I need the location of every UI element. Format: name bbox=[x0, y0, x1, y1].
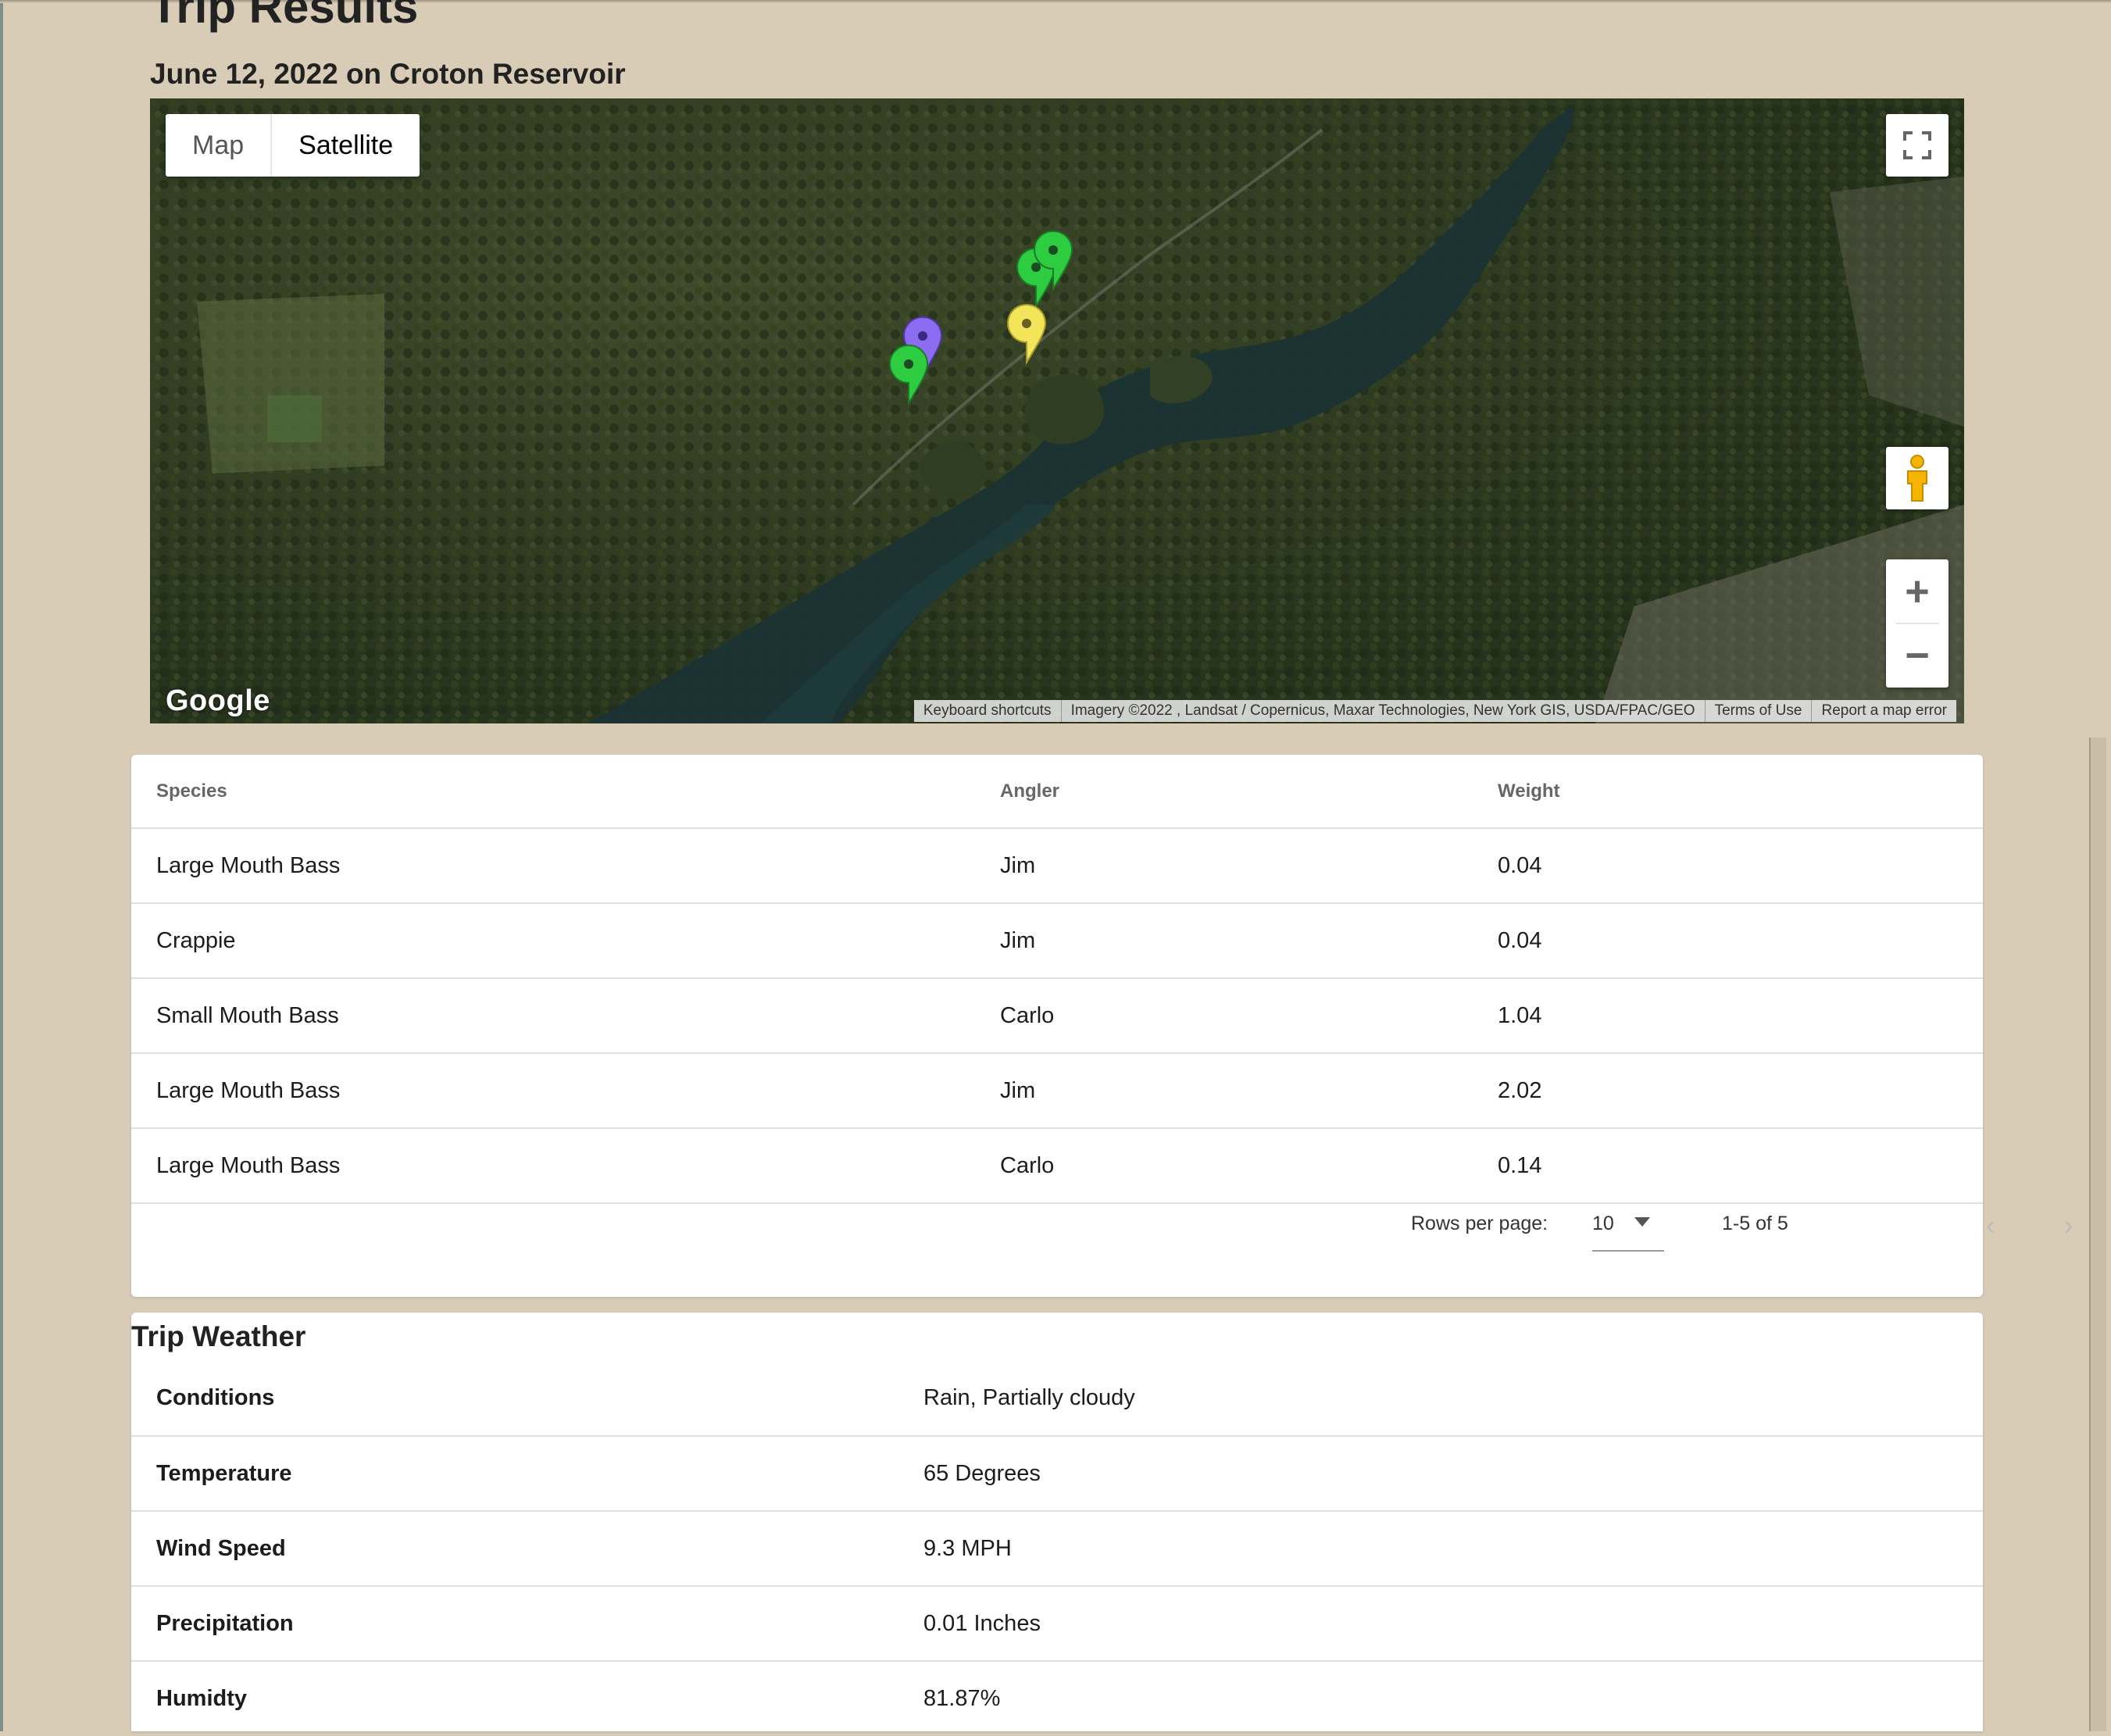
rows-per-page-select[interactable]: 10 bbox=[1592, 1213, 1614, 1235]
weather-table: Conditions Rain, Partially cloudy Temper… bbox=[131, 1361, 1983, 1736]
pagination-range: 1-5 of 5 bbox=[1722, 1213, 1788, 1234]
map-type-satellite-button[interactable]: Satellite bbox=[272, 114, 420, 177]
angler-cell: Jim bbox=[1000, 828, 1498, 904]
table-row[interactable]: Crappie Jim 0.04 bbox=[131, 903, 1983, 979]
weather-label: Precipitation bbox=[131, 1586, 923, 1662]
trip-markers bbox=[888, 230, 1073, 406]
fullscreen-icon bbox=[1903, 131, 1931, 159]
map-attribution: Keyboard shortcuts Imagery ©2022 , Lands… bbox=[913, 700, 1956, 722]
pegman-icon bbox=[1907, 455, 1927, 502]
weather-row-temperature: Temperature 65 Degrees bbox=[131, 1436, 1983, 1512]
weather-value: 65 Degrees bbox=[923, 1436, 1983, 1512]
catch-table-card: Species Angler Weight Large Mouth Bass J… bbox=[131, 755, 2073, 1297]
weather-value: 9.3 MPH bbox=[923, 1511, 1983, 1587]
angler-cell: Carlo bbox=[1000, 978, 1498, 1054]
fullscreen-button[interactable] bbox=[1886, 114, 1948, 177]
report-map-error-link[interactable]: Report a map error bbox=[1812, 700, 1956, 722]
zoom-out-button[interactable]: − bbox=[1886, 624, 1948, 687]
angler-cell: Jim bbox=[1000, 903, 1498, 979]
imagery-credit: Imagery ©2022 , Landsat / Copernicus, Ma… bbox=[1062, 700, 1706, 722]
column-header-angler[interactable]: Angler bbox=[1000, 755, 1498, 829]
weather-row-wind-speed: Wind Speed 9.3 MPH bbox=[131, 1511, 1983, 1587]
angler-cell: Jim bbox=[1000, 1053, 1498, 1129]
terms-of-use-link[interactable]: Terms of Use bbox=[1706, 700, 1813, 722]
weather-label: Wind Speed bbox=[131, 1511, 923, 1587]
table-header-row: Species Angler Weight bbox=[131, 755, 1983, 829]
weather-label: Conditions bbox=[131, 1361, 923, 1437]
species-cell: Large Mouth Bass bbox=[131, 828, 1000, 904]
map-type-control: Map Satellite bbox=[166, 114, 420, 177]
catch-marker-5[interactable] bbox=[888, 344, 929, 406]
weather-value: 0.01 Inches bbox=[923, 1586, 1983, 1662]
weather-label: Temperature bbox=[131, 1436, 923, 1512]
weight-cell: 0.04 bbox=[1498, 903, 1983, 979]
column-header-weight[interactable]: Weight bbox=[1498, 755, 1983, 829]
weather-title: Trip Weather bbox=[131, 1320, 306, 1352]
trip-subtitle: June 12, 2022 on Croton Reservoir bbox=[150, 58, 626, 90]
zoom-in-button[interactable]: + bbox=[1886, 560, 1948, 623]
table-pagination: Rows per page: 10 1-5 of 5 ‹ › bbox=[131, 1177, 2073, 1270]
weight-cell: 1.04 bbox=[1498, 978, 1983, 1054]
weather-row-precipitation: Precipitation 0.01 Inches bbox=[131, 1586, 1983, 1662]
weight-cell: 2.02 bbox=[1498, 1053, 1983, 1129]
zoom-control: + − bbox=[1886, 559, 1948, 688]
weather-value: Rain, Partially cloudy bbox=[923, 1361, 1983, 1437]
weather-value: 81.87% bbox=[923, 1686, 1001, 1711]
table-row[interactable]: Large Mouth Bass Jim 2.02 bbox=[131, 1053, 1983, 1129]
species-cell: Large Mouth Bass bbox=[131, 1053, 1000, 1129]
rows-per-page-label: Rows per page: bbox=[1411, 1213, 1548, 1234]
weather-label: Humidty bbox=[156, 1686, 247, 1711]
street-view-button[interactable] bbox=[1886, 447, 1948, 509]
table-row[interactable]: Large Mouth Bass Jim 0.04 bbox=[131, 828, 1983, 904]
previous-page-button[interactable]: ‹ bbox=[1986, 1211, 1995, 1241]
map-type-map-button[interactable]: Map bbox=[166, 114, 273, 177]
trip-weather-card: Trip Weather Conditions Rain, Partially … bbox=[131, 1313, 1983, 1731]
window-edge bbox=[0, 0, 3, 1731]
select-underline bbox=[1592, 1250, 1664, 1252]
google-logo: Google bbox=[166, 684, 270, 717]
page-title: Trip Results bbox=[150, 0, 419, 33]
keyboard-shortcuts-link[interactable]: Keyboard shortcuts bbox=[914, 700, 1062, 722]
page-scrollbar[interactable] bbox=[2089, 738, 2106, 1731]
species-cell: Crappie bbox=[131, 903, 1000, 979]
table-row[interactable]: Small Mouth Bass Carlo 1.04 bbox=[131, 978, 1983, 1054]
catch-marker-3[interactable] bbox=[1006, 303, 1047, 366]
column-header-species[interactable]: Species bbox=[131, 755, 1000, 829]
weather-row-conditions: Conditions Rain, Partially cloudy bbox=[131, 1361, 1983, 1437]
weather-row-humidity: Humidty 81.87% bbox=[131, 1661, 1983, 1736]
catch-table: Species Angler Weight Large Mouth Bass J… bbox=[131, 755, 1983, 1204]
next-page-button[interactable]: › bbox=[2064, 1211, 2073, 1241]
weight-cell: 0.04 bbox=[1498, 828, 1983, 904]
chevron-down-icon[interactable] bbox=[1634, 1217, 1650, 1227]
trip-map[interactable]: Map Satellite + − Google Keyboard shortc… bbox=[150, 98, 1964, 723]
species-cell: Small Mouth Bass bbox=[131, 978, 1000, 1054]
